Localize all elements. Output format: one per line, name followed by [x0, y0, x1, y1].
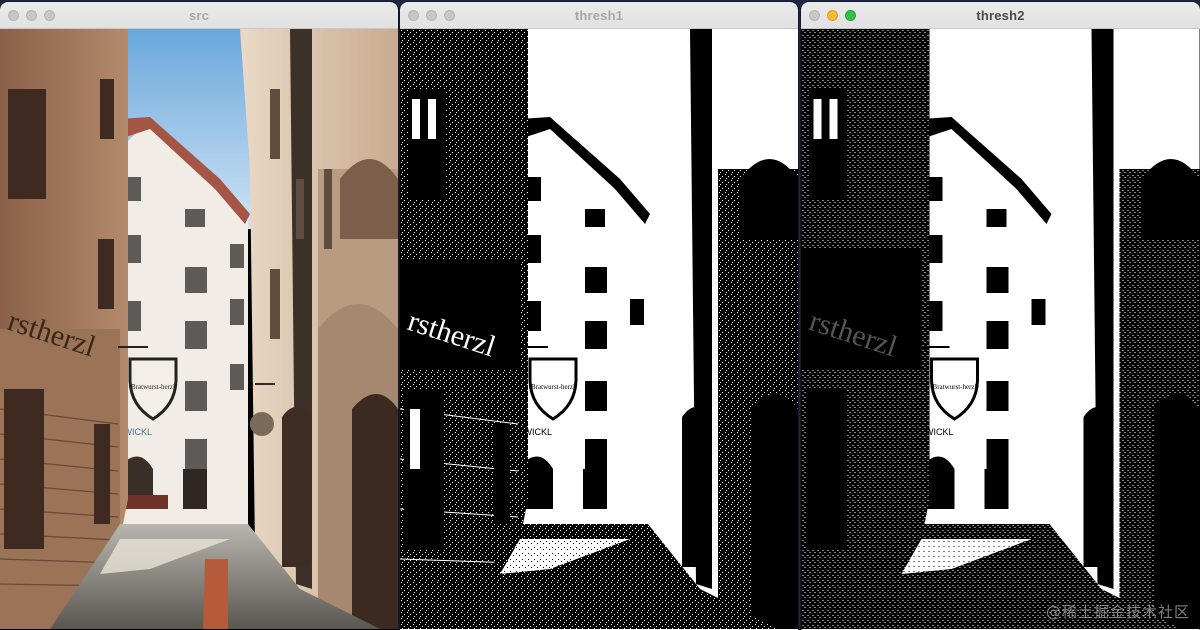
zoom-button[interactable]: [444, 10, 455, 21]
window-controls: [809, 10, 856, 21]
threshold-image-1: ZWICKL rstherzl Bratwurst-herzl: [400, 29, 798, 630]
window-thresh1[interactable]: thresh1 ZWICKL rstherzl Bratwurst-herzl: [400, 2, 798, 630]
minimize-button[interactable]: [26, 10, 37, 21]
window-title: thresh2: [976, 7, 1025, 23]
close-button[interactable]: [809, 10, 820, 21]
window-src[interactable]: src ZWICKL rstherzl Bratwurst-herzl: [0, 2, 398, 630]
window-controls: [408, 10, 455, 21]
close-button[interactable]: [8, 10, 19, 21]
window-title: thresh1: [574, 7, 624, 23]
zoom-button[interactable]: [44, 10, 55, 21]
shop-sign-text: Bratwurst-herzl: [531, 383, 575, 391]
image-canvas: ZWICKL rstherzl Bratwurst-herzl: [0, 29, 398, 630]
window-controls: [8, 10, 55, 21]
window-thresh2[interactable]: thresh2 ZWICKL rstherzl Bratwurst-herzl …: [801, 2, 1200, 630]
threshold-image-2: ZWICKL rstherzl Bratwurst-herzl: [801, 29, 1200, 630]
titlebar[interactable]: thresh2: [801, 2, 1200, 29]
zoom-button[interactable]: [845, 10, 856, 21]
street-photo: ZWICKL rstherzl Bratwurst-herzl: [0, 29, 398, 629]
desktop: src ZWICKL rstherzl Bratwurst-herzl thre…: [0, 0, 1200, 630]
close-button[interactable]: [408, 10, 419, 21]
titlebar[interactable]: thresh1: [400, 2, 798, 29]
titlebar[interactable]: src: [0, 2, 398, 29]
minimize-button[interactable]: [426, 10, 437, 21]
minimize-button[interactable]: [827, 10, 838, 21]
watermark-text: @稀土掘金技术社区: [1045, 603, 1190, 621]
image-canvas: ZWICKL rstherzl Bratwurst-herzl @稀土掘金技术社…: [801, 29, 1200, 630]
shop-sign-text: Bratwurst-herzl: [131, 383, 175, 391]
image-canvas: ZWICKL rstherzl Bratwurst-herzl: [400, 29, 798, 630]
shop-sign-text: Bratwurst-herzl: [933, 383, 977, 391]
window-title: src: [188, 7, 210, 23]
